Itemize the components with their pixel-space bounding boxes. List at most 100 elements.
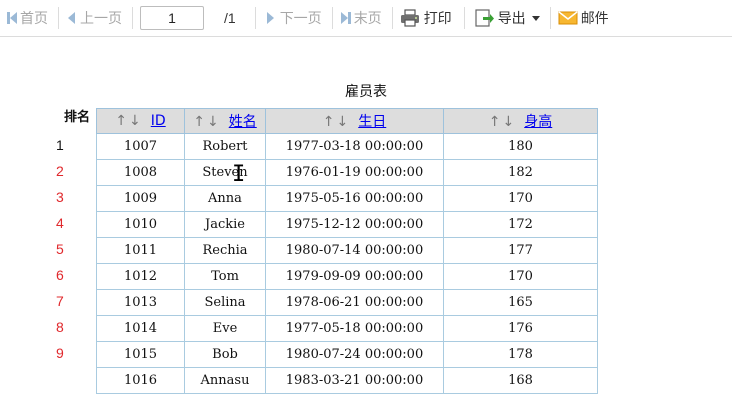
mail-icon <box>558 10 578 26</box>
toolbar-divider <box>549 7 551 29</box>
sort-id-link[interactable]: ID <box>151 113 166 129</box>
cell-id: 1011 <box>96 237 185 264</box>
cell-height: 182 <box>443 159 598 186</box>
table-row: 1016 Annasu 1983-03-21 00:00:00 168 <box>96 367 598 394</box>
table-row: 1007 Robert 1977-03-18 00:00:00 180 <box>96 133 598 160</box>
toolbar-divider <box>254 7 256 29</box>
toolbar-divider <box>132 7 133 29</box>
rank-value: 5 <box>56 241 64 257</box>
cell-name: Bob <box>184 341 266 368</box>
cell-id: 1010 <box>96 211 185 238</box>
cell-height: 165 <box>443 289 598 316</box>
cell-birthday: 1978-06-21 00:00:00 <box>265 289 444 316</box>
next-page-label: 下一页 <box>279 11 322 27</box>
sort-name-link[interactable]: 姓名 <box>229 114 257 130</box>
prev-page-label: 上一页 <box>80 11 122 27</box>
cell-name: Annasu <box>184 367 266 394</box>
cell-id: 1014 <box>96 315 185 342</box>
cell-name: Selina <box>184 289 266 316</box>
rank-value: 7 <box>56 293 64 309</box>
report-title: 雇员表 <box>345 84 387 100</box>
rank-column-header: 排名 <box>64 110 91 125</box>
first-page-button[interactable]: 首页 <box>7 6 48 30</box>
last-page-icon <box>340 12 351 24</box>
sort-arrows-icon: ↑↓ <box>488 114 517 130</box>
table-row: 1014 Eve 1977-05-18 00:00:00 176 <box>96 315 598 342</box>
name-column-header[interactable]: ↑↓ 姓名 <box>184 108 266 134</box>
cell-name: Steven <box>184 159 266 186</box>
print-button[interactable]: 打印 <box>400 6 452 30</box>
employee-table: ↑↓ ID ↑↓ 姓名 ↑↓ 生日 ↑↓ 身高 1007 Robert 1977-03-18… <box>96 108 598 394</box>
rank-value: 6 <box>56 267 64 283</box>
export-label: 导出 <box>497 11 526 27</box>
table-row: 1011 Rechia 1980-07-14 00:00:00 177 <box>96 237 598 264</box>
first-page-icon <box>7 12 17 24</box>
page-total: /1 <box>224 10 236 26</box>
cell-height: 170 <box>443 263 598 290</box>
cell-birthday: 1983-03-21 00:00:00 <box>265 367 444 394</box>
cell-birthday: 1975-05-16 00:00:00 <box>265 185 444 212</box>
cell-height: 168 <box>443 367 598 394</box>
cell-id: 1007 <box>96 133 185 160</box>
printer-icon <box>400 9 420 27</box>
cell-id: 1015 <box>96 341 185 368</box>
cell-name: Jackie <box>184 211 266 238</box>
cell-birthday: 1977-03-18 00:00:00 <box>265 133 444 160</box>
cell-height: 170 <box>443 185 598 212</box>
cell-name: Anna <box>184 185 266 212</box>
cell-birthday: 1980-07-14 00:00:00 <box>265 237 444 264</box>
page-number-input[interactable] <box>140 6 204 30</box>
sort-arrows-icon: ↑↓ <box>115 113 143 129</box>
cell-name: Rechia <box>184 237 266 264</box>
id-column-header[interactable]: ↑↓ ID <box>96 108 185 134</box>
table-row: 1015 Bob 1980-07-24 00:00:00 178 <box>96 341 598 368</box>
mail-label: 邮件 <box>580 11 609 27</box>
table-row: 1012 Tom 1979-09-09 00:00:00 170 <box>96 263 598 290</box>
cell-name: Eve <box>184 315 266 342</box>
toolbar-divider <box>391 7 393 29</box>
cell-id: 1016 <box>96 367 185 394</box>
cell-id: 1013 <box>96 289 185 316</box>
cell-id: 1009 <box>96 185 185 212</box>
print-label: 打印 <box>423 11 452 27</box>
rank-value: 4 <box>56 215 64 231</box>
last-page-label: 末页 <box>353 11 382 27</box>
sort-height-link[interactable]: 身高 <box>524 114 552 130</box>
cell-id: 1012 <box>96 263 185 290</box>
sort-arrows-icon: ↑↓ <box>322 114 351 130</box>
mail-button[interactable]: 邮件 <box>558 6 609 30</box>
cell-height: 178 <box>443 341 598 368</box>
dropdown-arrow-icon <box>531 15 540 21</box>
cell-height: 180 <box>443 133 598 160</box>
next-page-button[interactable]: 下一页 <box>266 6 322 30</box>
cell-height: 176 <box>443 315 598 342</box>
sort-birthday-link[interactable]: 生日 <box>358 114 386 130</box>
toolbar-divider <box>58 7 59 29</box>
cell-id: 1008 <box>96 159 185 186</box>
rank-value: 1 <box>56 137 64 153</box>
prev-page-icon <box>68 12 75 24</box>
cell-height: 177 <box>443 237 598 264</box>
prev-page-button[interactable]: 上一页 <box>68 6 122 30</box>
height-column-header[interactable]: ↑↓ 身高 <box>443 108 598 134</box>
rank-value: 9 <box>56 345 64 361</box>
cell-birthday: 1977-05-18 00:00:00 <box>265 315 444 342</box>
cell-name: Robert <box>184 133 266 160</box>
last-page-button[interactable]: 末页 <box>340 6 382 30</box>
cell-birthday: 1976-01-19 00:00:00 <box>265 159 444 186</box>
cell-birthday: 1980-07-24 00:00:00 <box>265 341 444 368</box>
cell-birthday: 1979-09-09 00:00:00 <box>265 263 444 290</box>
first-page-label: 首页 <box>20 11 48 27</box>
toolbar-divider <box>463 7 465 29</box>
rank-value: 8 <box>56 319 64 335</box>
cell-height: 172 <box>443 211 598 238</box>
toolbar-divider <box>331 7 333 29</box>
rank-value: 2 <box>56 163 64 179</box>
export-button[interactable]: 导出 <box>474 6 540 30</box>
table-header-row: ↑↓ ID ↑↓ 姓名 ↑↓ 生日 ↑↓ 身高 <box>96 108 598 134</box>
birthday-column-header[interactable]: ↑↓ 生日 <box>265 108 444 134</box>
export-icon <box>474 8 494 28</box>
table-row: 1009 Anna 1975-05-16 00:00:00 170 <box>96 185 598 212</box>
table-row: 1013 Selina 1978-06-21 00:00:00 165 <box>96 289 598 316</box>
cell-birthday: 1975-12-12 00:00:00 <box>265 211 444 238</box>
